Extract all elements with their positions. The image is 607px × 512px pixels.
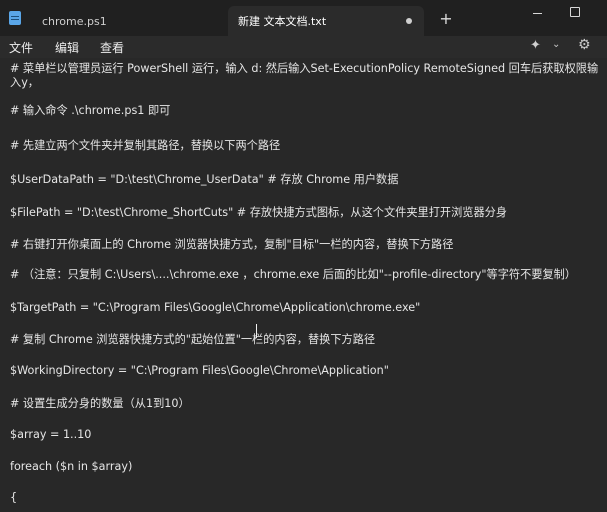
- new-tab-button[interactable]: +: [437, 10, 455, 28]
- editor-line: foreach ($n in $array): [10, 460, 133, 473]
- notepad-icon: [9, 11, 21, 25]
- editor-line: # 输入命令 .\chrome.ps1 即可: [10, 104, 171, 117]
- editor-line: # 先建立两个文件夹并复制其路径，替换以下两个路径: [10, 139, 281, 152]
- editor-line: 入y，: [10, 76, 39, 89]
- editor-line: # 复制 Chrome 浏览器快捷方式的"起始位置"一栏的内容，替换下方路径: [10, 333, 376, 346]
- menu-file[interactable]: 文件: [9, 39, 33, 56]
- text-editor[interactable]: # 菜单栏以管理员运行 PowerShell 运行，输入 d: 然后输入Set-…: [0, 58, 607, 512]
- tab-label: 新建 文本文档.txt: [238, 15, 327, 28]
- editor-line: $UserDataPath = "D:\test\Chrome_UserData…: [10, 173, 399, 186]
- editor-line: # 右键打开你桌面上的 Chrome 浏览器快捷方式，复制"目标"一栏的内容，替…: [10, 238, 454, 251]
- copilot-icon[interactable]: ✦: [530, 38, 541, 53]
- text-cursor: [256, 324, 257, 338]
- tab-chrome-ps1[interactable]: chrome.ps1: [32, 6, 228, 36]
- editor-line: {: [10, 491, 18, 504]
- tab-label: chrome.ps1: [42, 14, 107, 28]
- editor-line: # 菜单栏以管理员运行 PowerShell 运行，输入 d: 然后输入Set-…: [10, 62, 599, 75]
- minimize-button[interactable]: [522, 4, 552, 20]
- menu-view[interactable]: 查看: [100, 39, 124, 56]
- editor-line: $array = 1..10: [10, 428, 92, 441]
- unsaved-dot-icon[interactable]: [406, 18, 412, 24]
- settings-gear-icon[interactable]: ⚙: [578, 37, 591, 53]
- editor-line: # （注意：只复制 C:\Users\....\chrome.exe ，chro…: [10, 268, 577, 281]
- editor-line: $WorkingDirectory = "C:\Program Files\Go…: [10, 364, 389, 377]
- maximize-button[interactable]: [560, 4, 590, 20]
- menu-bar: 文件 编辑 查看 ✦ ⌄ ⚙: [0, 36, 607, 58]
- editor-line: # 设置生成分身的数量（从1到10）: [10, 397, 190, 410]
- menu-edit[interactable]: 编辑: [55, 39, 79, 56]
- chevron-down-icon[interactable]: ⌄: [552, 39, 560, 50]
- editor-line: $TargetPath = "C:\Program Files\Google\C…: [10, 301, 421, 314]
- title-bar: chrome.ps1 新建 文本文档.txt +: [0, 0, 607, 36]
- tab-new-text-document[interactable]: 新建 文本文档.txt: [228, 6, 424, 36]
- editor-line: $FilePath = "D:\test\Chrome_ShortCuts" #…: [10, 206, 508, 219]
